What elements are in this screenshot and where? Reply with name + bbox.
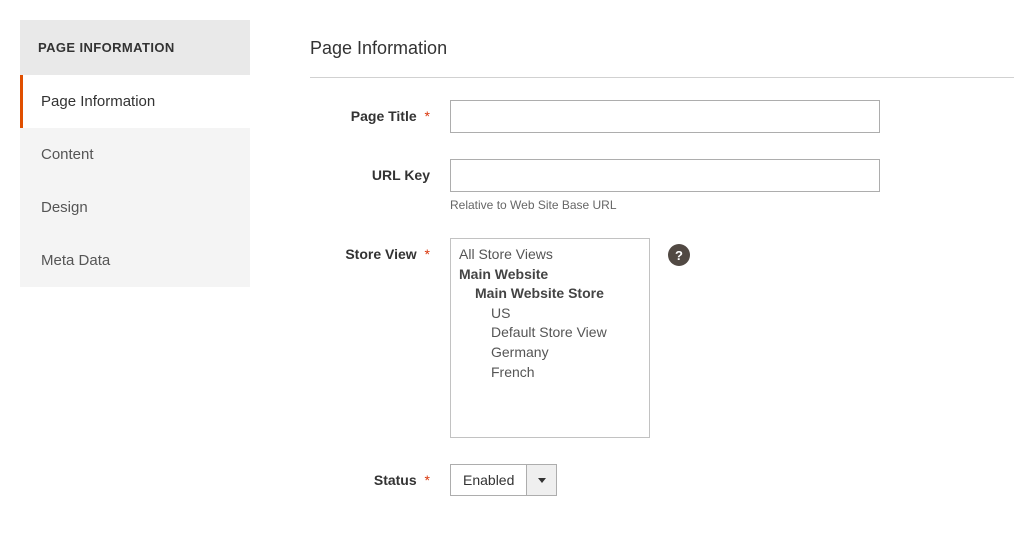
store-view-option-default[interactable]: Default Store View — [459, 323, 641, 343]
store-view-option-germany[interactable]: Germany — [459, 343, 641, 363]
row-page-title: Page Title * — [310, 100, 1014, 133]
sidebar: PAGE INFORMATION Page Information Conten… — [20, 20, 250, 522]
store-view-option-all[interactable]: All Store Views — [459, 245, 641, 265]
url-key-note: Relative to Web Site Base URL — [450, 198, 880, 212]
store-view-website: Main Website — [459, 265, 641, 285]
store-view-multiselect[interactable]: All Store Views Main Website Main Websit… — [450, 238, 650, 438]
sidebar-item-content[interactable]: Content — [20, 128, 250, 181]
sidebar-item-label: Page Information — [41, 93, 155, 110]
sidebar-item-page-information[interactable]: Page Information — [20, 75, 250, 128]
sidebar-item-label: Content — [41, 146, 94, 163]
required-asterisk: * — [425, 472, 430, 488]
sidebar-item-label: Meta Data — [41, 252, 110, 269]
sidebar-header: PAGE INFORMATION — [20, 20, 250, 75]
label-store-view: Store View * — [310, 238, 450, 262]
page-title-heading: Page Information — [310, 38, 1014, 78]
required-asterisk: * — [425, 246, 430, 262]
field-status: Enabled — [450, 464, 1014, 496]
status-select-value: Enabled — [451, 465, 526, 495]
status-select[interactable]: Enabled — [450, 464, 557, 496]
field-url-key: Relative to Web Site Base URL — [450, 159, 1014, 212]
field-store-view: All Store Views Main Website Main Websit… — [450, 238, 1014, 438]
sidebar-item-meta-data[interactable]: Meta Data — [20, 234, 250, 287]
page-layout: PAGE INFORMATION Page Information Conten… — [20, 20, 1014, 522]
sidebar-item-label: Design — [41, 199, 88, 216]
store-view-option-french[interactable]: French — [459, 363, 641, 383]
sidebar-item-design[interactable]: Design — [20, 181, 250, 234]
field-page-title — [450, 100, 1014, 133]
row-url-key: URL Key Relative to Web Site Base URL — [310, 159, 1014, 212]
row-store-view: Store View * All Store Views Main Websit… — [310, 238, 1014, 438]
store-view-store: Main Website Store — [459, 284, 641, 304]
label-status: Status * — [310, 464, 450, 488]
label-url-key: URL Key — [310, 159, 450, 183]
required-asterisk: * — [425, 108, 430, 124]
chevron-down-icon[interactable] — [526, 465, 556, 495]
store-view-option-us[interactable]: US — [459, 304, 641, 324]
label-page-title: Page Title * — [310, 100, 450, 124]
url-key-input[interactable] — [450, 159, 880, 192]
main-content: Page Information Page Title * URL Key Re… — [310, 20, 1014, 522]
help-icon[interactable]: ? — [668, 244, 690, 266]
page-title-input[interactable] — [450, 100, 880, 133]
row-status: Status * Enabled — [310, 464, 1014, 496]
